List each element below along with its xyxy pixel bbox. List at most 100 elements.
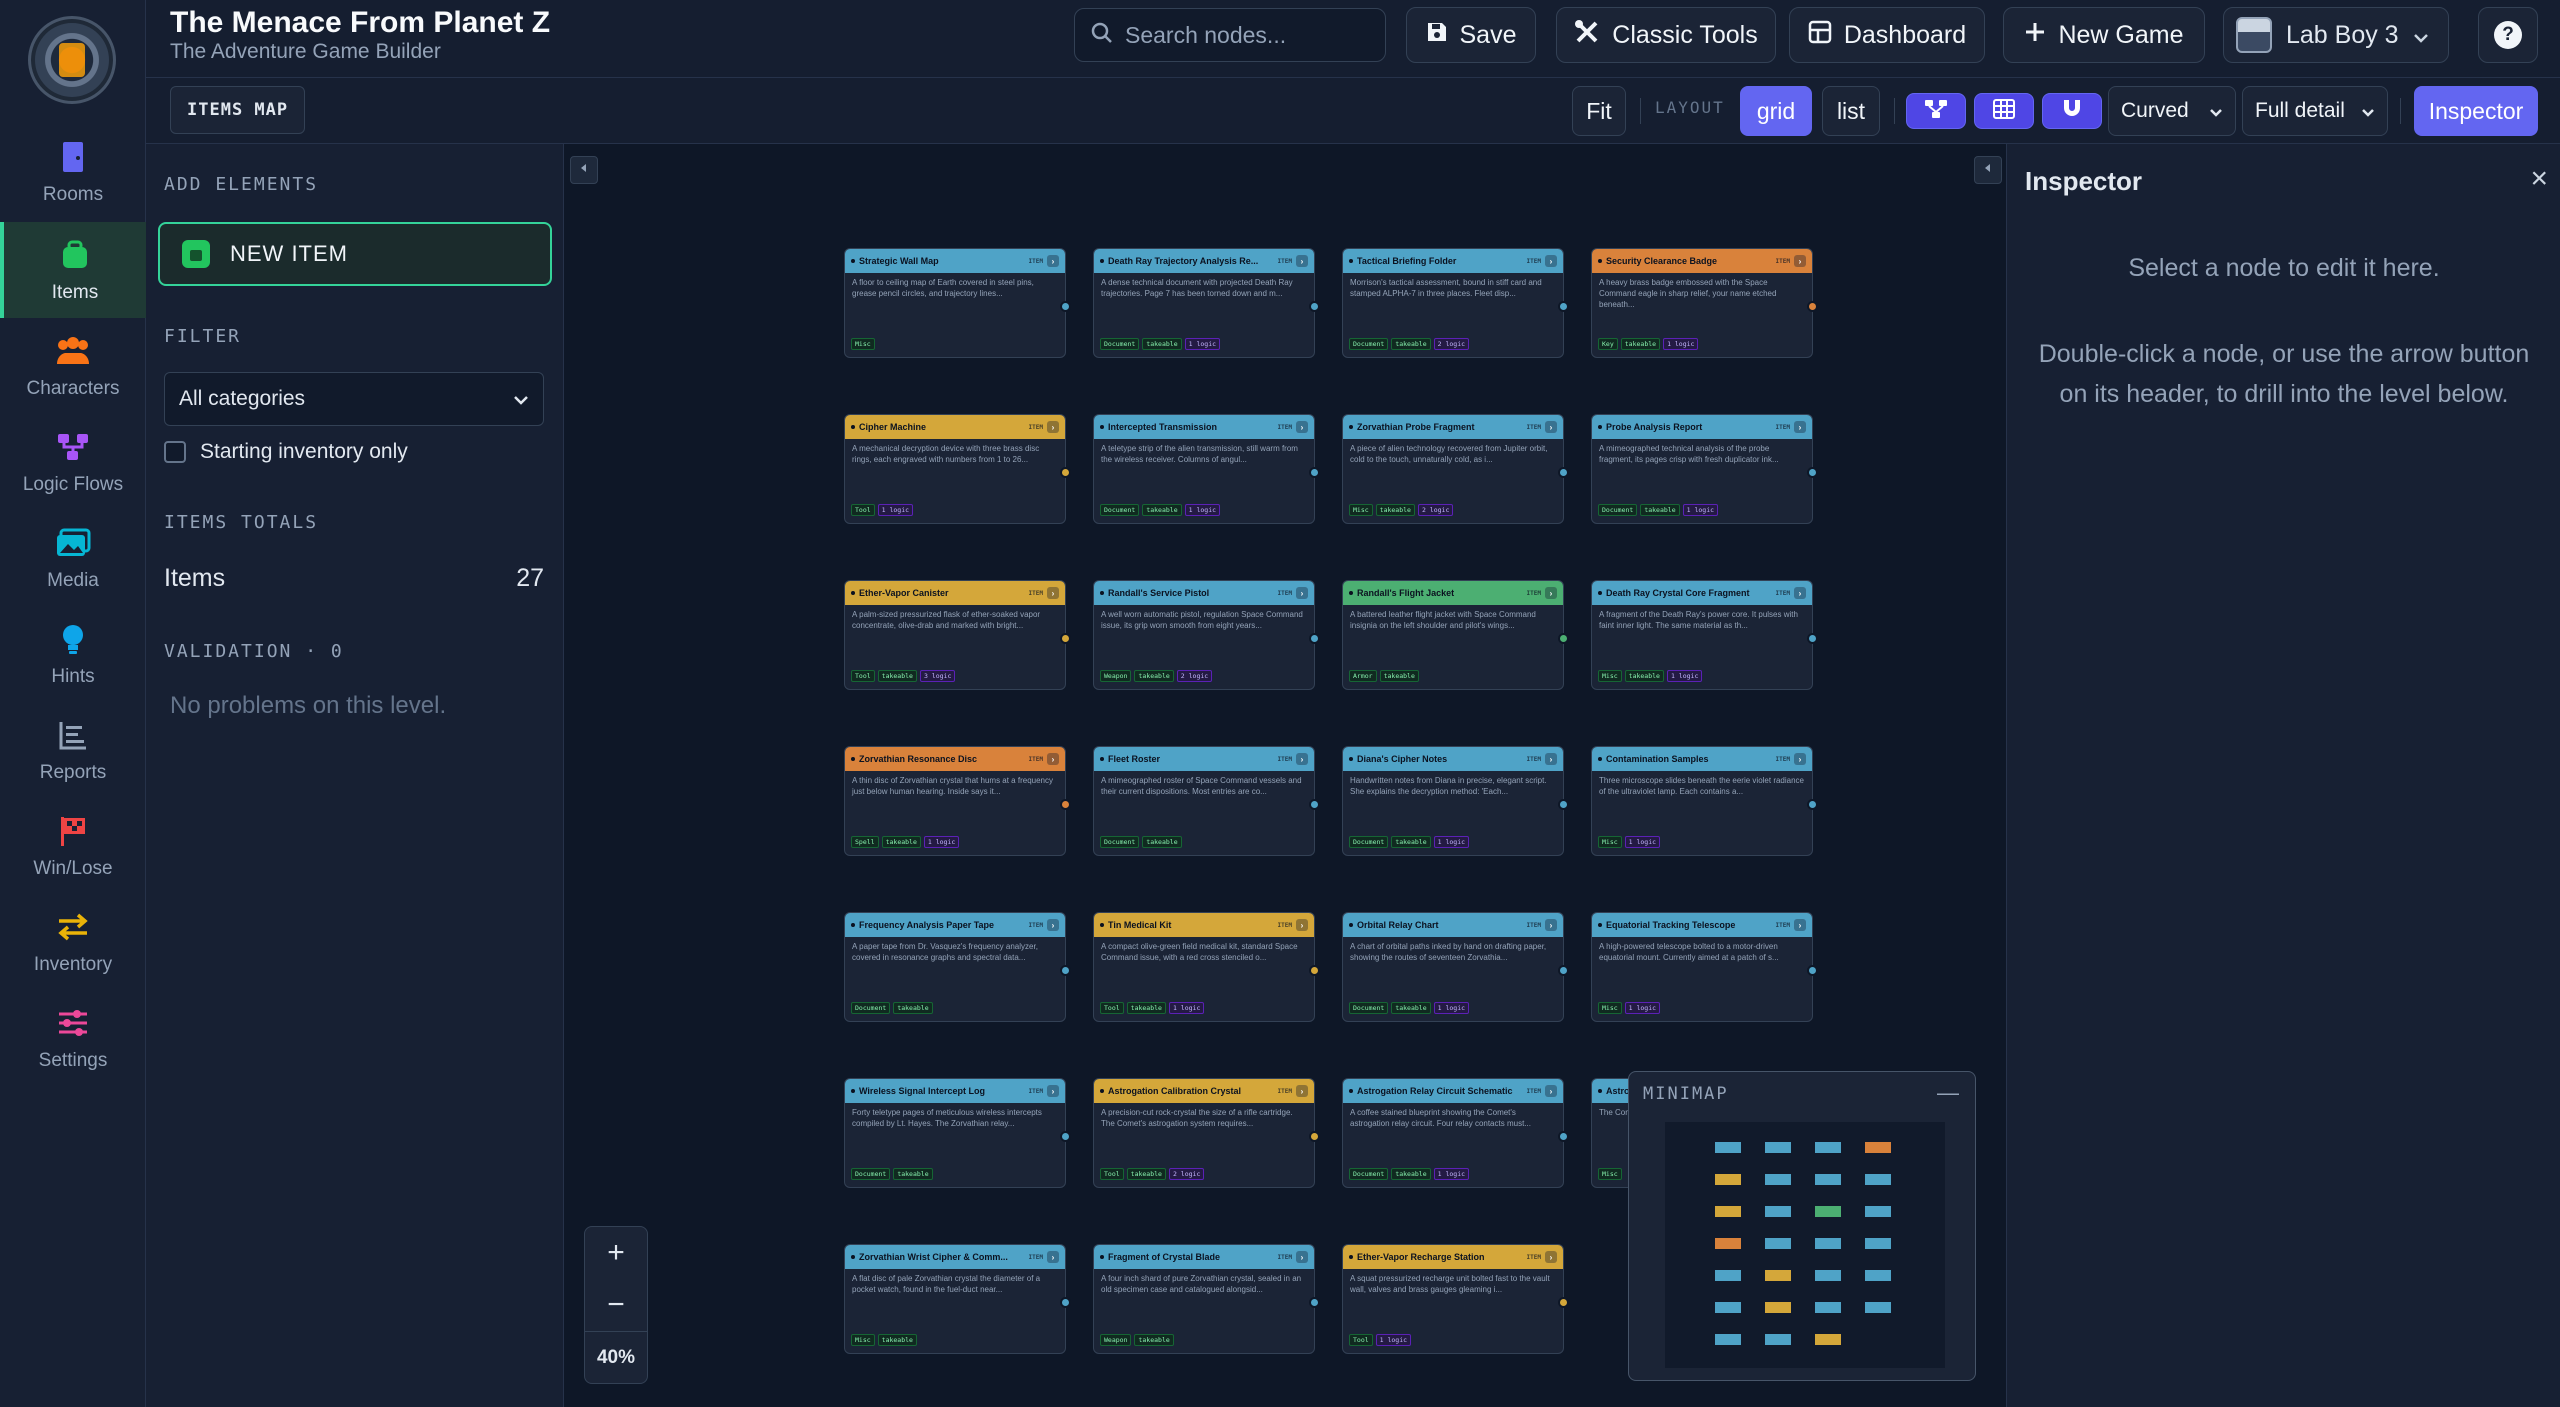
drill-down-arrow-icon[interactable]: › — [1047, 1085, 1059, 1097]
item-node[interactable]: Ether-Vapor Canister ITEM › A palm-sized pr… — [844, 580, 1071, 690]
drill-down-arrow-icon[interactable]: › — [1545, 919, 1557, 931]
nav-item-characters[interactable]: Characters — [0, 318, 146, 414]
drill-down-arrow-icon[interactable]: › — [1545, 421, 1557, 433]
item-node[interactable]: Equatorial Tracking Telescope ITEM › A high… — [1591, 912, 1818, 1022]
node-output-port[interactable] — [1309, 301, 1320, 312]
drill-down-arrow-icon[interactable]: › — [1794, 753, 1806, 765]
item-node[interactable]: Zorvathian Probe Fragment ITEM › A piece of… — [1342, 414, 1569, 524]
node-header[interactable]: Tactical Briefing Folder ITEM › — [1343, 249, 1563, 273]
node-output-port[interactable] — [1309, 1297, 1320, 1308]
search-input[interactable] — [1125, 21, 1365, 49]
node-output-port[interactable] — [1060, 633, 1071, 644]
item-node[interactable]: Orbital Relay Chart ITEM › A chart of orbit… — [1342, 912, 1569, 1022]
node-header[interactable]: Strategic Wall Map ITEM › — [845, 249, 1065, 273]
node-header[interactable]: Tin Medical Kit ITEM › — [1094, 913, 1314, 937]
node-header[interactable]: Zorvathian Resonance Disc ITEM › — [845, 747, 1065, 771]
toggle-grid-button[interactable] — [1974, 93, 2034, 129]
nav-item-rooms[interactable]: Rooms — [0, 124, 146, 220]
node-header[interactable]: Fragment of Crystal Blade ITEM › — [1094, 1245, 1314, 1269]
item-node[interactable]: Randall's Service Pistol ITEM › A well worn… — [1093, 580, 1320, 690]
item-node[interactable]: Cipher Machine ITEM › A mechanical decrypti… — [844, 414, 1071, 524]
node-output-port[interactable] — [1309, 467, 1320, 478]
collapse-right-panel-button[interactable] — [1974, 156, 2002, 184]
drill-down-arrow-icon[interactable]: › — [1545, 587, 1557, 599]
item-node[interactable]: Tin Medical Kit ITEM › A compact olive-gree… — [1093, 912, 1320, 1022]
item-node[interactable]: Ether-Vapor Recharge Station ITEM › A squat… — [1342, 1244, 1569, 1354]
drill-down-arrow-icon[interactable]: › — [1545, 255, 1557, 267]
item-node[interactable]: Security Clearance Badge ITEM › A heavy bra… — [1591, 248, 1818, 358]
item-node[interactable]: Contamination Samples ITEM › Three microsco… — [1591, 746, 1818, 856]
close-icon[interactable]: × — [2530, 162, 2548, 196]
drill-down-arrow-icon[interactable]: › — [1794, 587, 1806, 599]
node-output-port[interactable] — [1558, 965, 1569, 976]
nav-item-media[interactable]: Media — [0, 510, 146, 606]
node-output-port[interactable] — [1807, 301, 1818, 312]
item-node[interactable]: Strategic Wall Map ITEM › A floor to ceilin… — [844, 248, 1071, 358]
node-header[interactable]: Frequency Analysis Paper Tape ITEM › — [845, 913, 1065, 937]
zoom-out-button[interactable]: − — [585, 1279, 647, 1331]
drill-down-arrow-icon[interactable]: › — [1047, 255, 1059, 267]
drill-down-arrow-icon[interactable]: › — [1794, 255, 1806, 267]
drill-down-arrow-icon[interactable]: › — [1047, 919, 1059, 931]
minimap-viewport[interactable] — [1665, 1122, 1945, 1368]
nav-item-reports[interactable]: Reports — [0, 702, 146, 798]
node-output-port[interactable] — [1558, 301, 1569, 312]
node-output-port[interactable] — [1807, 965, 1818, 976]
zoom-in-button[interactable]: + — [585, 1227, 647, 1279]
classic-tools-button[interactable]: Classic Tools — [1556, 7, 1776, 63]
user-menu-button[interactable]: Lab Boy 3 — [2223, 7, 2449, 63]
dashboard-button[interactable]: Dashboard — [1789, 7, 1985, 63]
node-output-port[interactable] — [1060, 965, 1071, 976]
item-node[interactable]: Tactical Briefing Folder ITEM › Morrison's … — [1342, 248, 1569, 358]
drill-down-arrow-icon[interactable]: › — [1296, 753, 1308, 765]
node-header[interactable]: Intercepted Transmission ITEM › — [1094, 415, 1314, 439]
node-header[interactable]: Diana's Cipher Notes ITEM › — [1343, 747, 1563, 771]
inspector-toggle-button[interactable]: Inspector — [2414, 86, 2538, 136]
node-output-port[interactable] — [1558, 799, 1569, 810]
item-node[interactable]: Fleet Roster ITEM › A mimeographed roster o… — [1093, 746, 1320, 856]
nav-item-logic-flows[interactable]: Logic Flows — [0, 414, 146, 510]
item-node[interactable]: Death Ray Crystal Core Fragment ITEM › A fr… — [1591, 580, 1818, 690]
node-output-port[interactable] — [1807, 467, 1818, 478]
drill-down-arrow-icon[interactable]: › — [1047, 421, 1059, 433]
node-header[interactable]: Death Ray Crystal Core Fragment ITEM › — [1592, 581, 1812, 605]
toggle-edges-button[interactable] — [1906, 93, 1966, 129]
minimap[interactable]: MINIMAP — — [1628, 1071, 1976, 1381]
node-header[interactable]: Orbital Relay Chart ITEM › — [1343, 913, 1563, 937]
node-header[interactable]: Randall's Service Pistol ITEM › — [1094, 581, 1314, 605]
node-output-port[interactable] — [1060, 1297, 1071, 1308]
item-node[interactable]: Wireless Signal Intercept Log ITEM › Forty … — [844, 1078, 1071, 1188]
items-map-canvas[interactable]: Strategic Wall Map ITEM › A floor to ceilin… — [564, 144, 2006, 1407]
node-header[interactable]: Probe Analysis Report ITEM › — [1592, 415, 1812, 439]
item-node[interactable]: Intercepted Transmission ITEM › A teletype … — [1093, 414, 1320, 524]
node-output-port[interactable] — [1309, 799, 1320, 810]
node-output-port[interactable] — [1558, 1297, 1569, 1308]
nav-item-inventory[interactable]: Inventory — [0, 894, 146, 990]
node-header[interactable]: Security Clearance Badge ITEM › — [1592, 249, 1812, 273]
node-output-port[interactable] — [1807, 633, 1818, 644]
node-output-port[interactable] — [1060, 1131, 1071, 1142]
node-output-port[interactable] — [1309, 965, 1320, 976]
drill-down-arrow-icon[interactable]: › — [1296, 255, 1308, 267]
layout-grid-button[interactable]: grid — [1740, 86, 1812, 136]
drill-down-arrow-icon[interactable]: › — [1047, 587, 1059, 599]
drill-down-arrow-icon[interactable]: › — [1296, 919, 1308, 931]
drill-down-arrow-icon[interactable]: › — [1047, 753, 1059, 765]
node-header[interactable]: Cipher Machine ITEM › — [845, 415, 1065, 439]
drill-down-arrow-icon[interactable]: › — [1545, 1251, 1557, 1263]
node-header[interactable]: Ether-Vapor Canister ITEM › — [845, 581, 1065, 605]
collapse-left-panel-button[interactable] — [570, 156, 598, 184]
drill-down-arrow-icon[interactable]: › — [1545, 1085, 1557, 1097]
node-header[interactable]: Astrogation Calibration Crystal ITEM › — [1094, 1079, 1314, 1103]
node-header[interactable]: Fleet Roster ITEM › — [1094, 747, 1314, 771]
drill-down-arrow-icon[interactable]: › — [1296, 587, 1308, 599]
item-node[interactable]: Fragment of Crystal Blade ITEM › A four inc… — [1093, 1244, 1320, 1354]
item-node[interactable]: Diana's Cipher Notes ITEM › Handwritten not… — [1342, 746, 1569, 856]
drill-down-arrow-icon[interactable]: › — [1545, 753, 1557, 765]
node-header[interactable]: Wireless Signal Intercept Log ITEM › — [845, 1079, 1065, 1103]
node-output-port[interactable] — [1309, 633, 1320, 644]
detail-level-select[interactable]: Full detail — [2242, 86, 2388, 136]
drill-down-arrow-icon[interactable]: › — [1296, 1251, 1308, 1263]
fit-button[interactable]: Fit — [1572, 86, 1626, 136]
node-header[interactable]: Ether-Vapor Recharge Station ITEM › — [1343, 1245, 1563, 1269]
